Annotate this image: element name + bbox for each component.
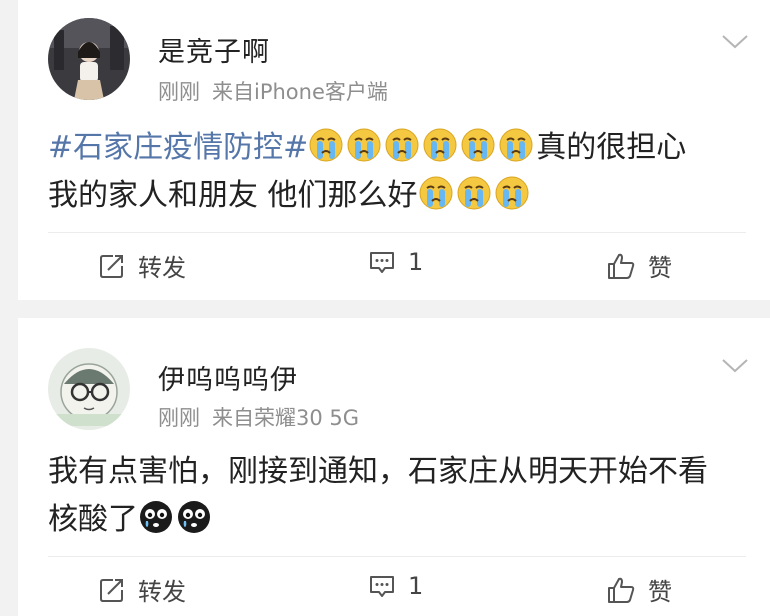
post-meta: 刚刚 来自iPhone客户端 [158,76,388,106]
post-line-1: 我有点害怕，刚接到通知，石家庄从明天开始不看 [48,448,748,496]
chevron-down-icon[interactable] [720,32,750,52]
crying-face-icon [457,176,491,210]
post-text: 我有点害怕，刚接到通知，石家庄从明天开始不看 核酸了 [48,448,748,544]
avatar[interactable] [48,348,130,430]
post-text-segment: 我的家人和朋友 他们那么好 [48,178,418,213]
repost-button[interactable]: 转发 [98,572,186,607]
post-source: 来自iPhone客户端 [212,80,388,104]
comment-button[interactable]: 1 [368,248,423,276]
post-meta: 刚刚 来自荣耀30 5G [158,402,359,432]
thumbs-up-icon [608,577,635,603]
chevron-down-icon[interactable] [720,356,750,376]
black-crying-face-icon [178,501,210,533]
crying-face-icon [309,128,343,162]
crying-face-icon [419,176,453,210]
post-source: 来自荣耀30 5G [212,406,360,430]
thumbs-up-icon [608,253,635,279]
crying-face-icon [347,128,381,162]
username[interactable]: 伊呜呜呜伊 [158,358,298,397]
like-button[interactable]: 赞 [606,248,672,283]
avatar[interactable] [48,18,130,100]
post-text-segment: 核酸了 [48,502,138,537]
post-card: 是竞子啊 刚刚 来自iPhone客户端 #石家庄疫情防控# 真的很担心 我的家人和朋… [18,0,770,300]
action-bar: 转发 1 赞 [18,248,770,288]
weibo-feed: 是竞子啊 刚刚 来自iPhone客户端 #石家庄疫情防控# 真的很担心 我的家人和朋… [0,0,770,616]
repost-icon [100,578,123,602]
repost-label: 转发 [138,578,186,606]
post-text-segment: 我有点害怕，刚接到通知，石家庄从明天开始不看 [48,454,708,489]
repost-button[interactable]: 转发 [98,248,186,283]
like-label: 赞 [648,254,672,282]
like-button[interactable]: 赞 [606,572,672,607]
repost-icon [100,254,123,278]
crying-face-icon [461,128,495,162]
comment-button[interactable]: 1 [368,572,423,600]
post-line-2: 我的家人和朋友 他们那么好 [48,172,748,220]
post-text-segment: 真的很担心 [536,130,687,165]
divider [48,232,746,233]
crying-face-icon [499,128,533,162]
like-label: 赞 [648,578,672,606]
username[interactable]: 是竞子啊 [158,30,270,69]
action-bar: 转发 1 赞 [18,572,770,612]
post-time: 刚刚 [158,80,200,104]
comment-count: 1 [408,572,424,600]
post-card: 伊呜呜呜伊 刚刚 来自荣耀30 5G 我有点害怕，刚接到通知，石家庄从明天开始不看… [18,318,770,616]
comment-icon [370,576,394,597]
crying-face-icon [423,128,457,162]
post-line-1: #石家庄疫情防控# 真的很担心 [48,124,748,172]
crying-face-icon [385,128,419,162]
repost-label: 转发 [138,254,186,282]
hashtag-link[interactable]: #石家庄疫情防控# [48,130,308,165]
crying-face-icon [495,176,529,210]
comment-count: 1 [408,248,424,276]
post-time: 刚刚 [158,406,200,430]
post-line-2: 核酸了 [48,496,748,544]
post-text: #石家庄疫情防控# 真的很担心 我的家人和朋友 他们那么好 [48,124,748,220]
divider [48,556,746,557]
black-crying-face-icon [140,501,172,533]
comment-icon [370,252,394,273]
